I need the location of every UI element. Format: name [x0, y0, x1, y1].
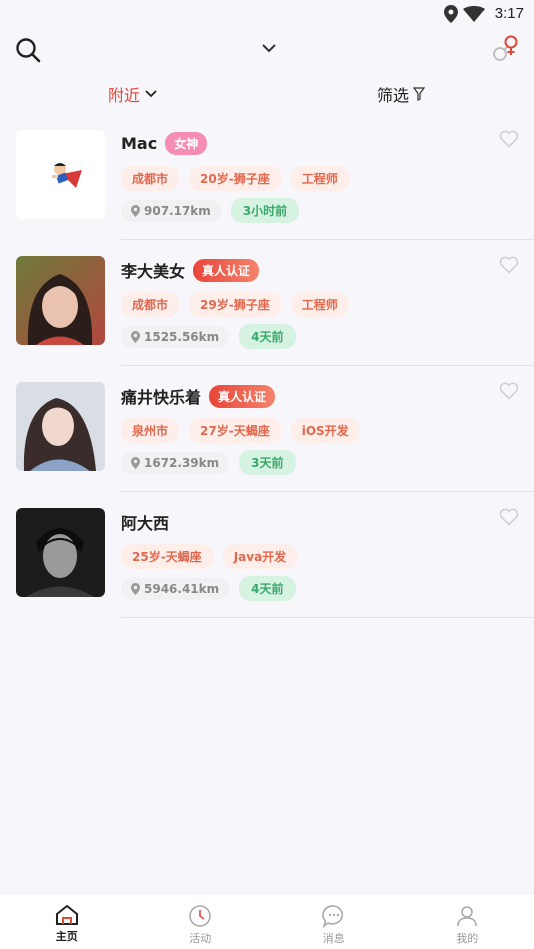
- tag-list: 泉州市 27岁-天蝎座 iOS开发: [121, 418, 360, 443]
- gender-switch-icon[interactable]: [490, 33, 522, 65]
- home-icon: [55, 904, 78, 925]
- chevron-down-icon[interactable]: [259, 40, 279, 56]
- status-bar: 3:17: [0, 0, 534, 28]
- age-tag: 29岁-狮子座: [189, 292, 281, 317]
- goddess-badge: 女神: [165, 132, 208, 155]
- tag-list: 25岁-天蝎座 Java开发: [121, 544, 298, 569]
- location-icon: [444, 5, 458, 23]
- meta-row: 1672.39km 3天前: [121, 450, 296, 475]
- funnel-icon: [413, 87, 426, 101]
- user-card[interactable]: 李大美女 真人认证 成都市 29岁-狮子座 工程师 1525.56km 4天前: [0, 240, 534, 366]
- meta-row: 907.17km 3小时前: [121, 198, 300, 223]
- tab-nearby[interactable]: 附近: [108, 82, 158, 106]
- tab-filter[interactable]: 筛选: [377, 82, 426, 106]
- age-tag: 27岁-天蝎座: [189, 418, 281, 443]
- job-tag: 工程师: [290, 292, 349, 317]
- distance-text: 907.17km: [144, 203, 211, 218]
- distance-badge: 5946.41km: [121, 577, 230, 600]
- tag-list: 成都市 20岁-狮子座 工程师: [121, 166, 349, 191]
- heart-icon[interactable]: [499, 130, 519, 148]
- portrait-photo: [16, 256, 105, 345]
- portrait-photo: [16, 508, 105, 597]
- city-tag: 成都市: [121, 292, 180, 317]
- wifi-icon: [463, 6, 485, 22]
- divider: [121, 617, 534, 618]
- top-bar: [0, 28, 534, 70]
- nav-profile[interactable]: 我的: [401, 894, 534, 949]
- name-row: 李大美女 真人认证: [121, 258, 260, 282]
- name-row: 阿大西: [121, 510, 169, 534]
- last-active-badge: 4天前: [239, 576, 296, 601]
- avatar[interactable]: [16, 508, 105, 597]
- job-tag: 工程师: [290, 166, 349, 191]
- verified-badge: 真人认证: [193, 258, 260, 282]
- avatar[interactable]: [16, 382, 105, 471]
- name-row: 痛井快乐着 真人认证: [121, 384, 276, 408]
- meta-row: 1525.56km 4天前: [121, 324, 296, 349]
- location-pin-icon: [131, 456, 140, 469]
- nav-activity[interactable]: 活动: [134, 894, 268, 949]
- user-name: 阿大西: [121, 514, 170, 533]
- location-pin-icon: [131, 582, 140, 595]
- city-tag: 成都市: [121, 166, 180, 191]
- distance-badge: 1525.56km: [121, 325, 230, 348]
- avatar[interactable]: [16, 256, 105, 345]
- nav-home-label: 主页: [55, 930, 78, 943]
- distance-text: 5946.41km: [144, 581, 220, 596]
- job-tag: iOS开发: [290, 418, 360, 443]
- filter-bar: 附近 筛选: [0, 78, 534, 110]
- bottom-nav: 主页 活动 消息 我的: [0, 893, 534, 949]
- distance-badge: 1672.39km: [121, 451, 230, 474]
- nav-messages-label: 消息: [322, 932, 345, 945]
- age-tag: 20岁-狮子座: [189, 166, 281, 191]
- job-tag: Java开发: [222, 544, 298, 569]
- user-name: Mac: [121, 134, 158, 153]
- last-active-badge: 3小时前: [230, 198, 300, 223]
- heart-icon[interactable]: [499, 508, 519, 526]
- search-icon[interactable]: [14, 36, 42, 64]
- tab-filter-label: 筛选: [377, 86, 410, 105]
- nav-home[interactable]: 主页: [0, 894, 134, 949]
- last-active-badge: 4天前: [239, 324, 296, 349]
- avatar[interactable]: [16, 130, 105, 219]
- city-tag: 泉州市: [121, 418, 180, 443]
- portrait-photo: [16, 382, 105, 471]
- heart-icon[interactable]: [499, 382, 519, 400]
- age-tag: 25岁-天蝎座: [121, 544, 213, 569]
- superhero-avatar-image: [16, 130, 105, 219]
- nav-profile-label: 我的: [456, 932, 479, 945]
- user-card[interactable]: 痛井快乐着 真人认证 泉州市 27岁-天蝎座 iOS开发 1672.39km 3…: [0, 366, 534, 492]
- chevron-down-icon: [145, 90, 157, 98]
- user-name: 痛井快乐着: [121, 388, 202, 407]
- profile-icon: [457, 906, 478, 927]
- verified-badge: 真人认证: [209, 384, 276, 408]
- distance-badge: 907.17km: [121, 199, 221, 222]
- distance-text: 1525.56km: [144, 329, 220, 344]
- nav-messages[interactable]: 消息: [267, 894, 401, 949]
- distance-text: 1672.39km: [144, 455, 220, 470]
- tag-list: 成都市 29岁-狮子座 工程师: [121, 292, 349, 317]
- name-row: Mac 女神: [121, 132, 208, 155]
- user-card[interactable]: 阿大西 25岁-天蝎座 Java开发 5946.41km 4天前: [0, 492, 534, 618]
- clock-icon: [189, 905, 212, 927]
- location-pin-icon: [131, 204, 140, 217]
- user-name: 李大美女: [121, 262, 186, 281]
- status-time: 3:17: [494, 5, 524, 22]
- last-active-badge: 3天前: [239, 450, 296, 475]
- user-card[interactable]: Mac 女神 成都市 20岁-狮子座 工程师 907.17km 3小时前: [0, 114, 534, 240]
- meta-row: 5946.41km 4天前: [121, 576, 296, 601]
- tab-nearby-label: 附近: [108, 86, 141, 105]
- chat-icon: [321, 905, 343, 928]
- heart-icon[interactable]: [499, 256, 519, 274]
- user-list: Mac 女神 成都市 20岁-狮子座 工程师 907.17km 3小时前 李大美…: [0, 114, 534, 618]
- location-pin-icon: [131, 330, 140, 343]
- nav-activity-label: 活动: [189, 932, 212, 945]
